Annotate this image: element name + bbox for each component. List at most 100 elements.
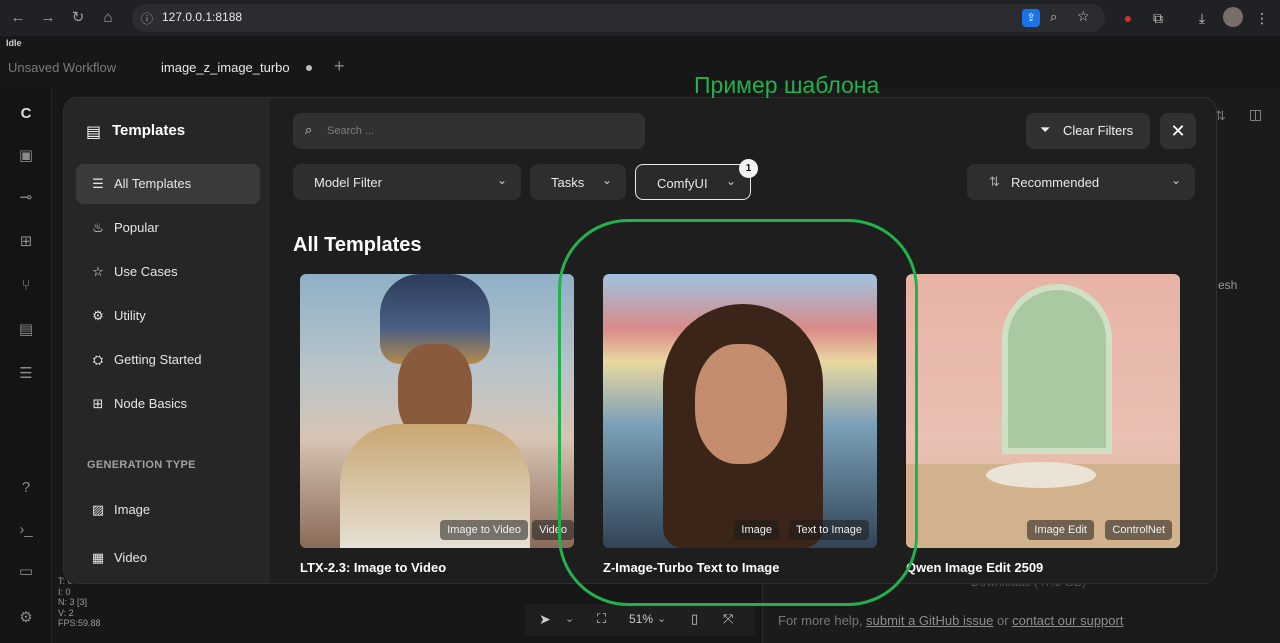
template-card-ltx-image[interactable]: Image to Video Video xyxy=(300,274,574,548)
search-icon: ⌕ xyxy=(305,122,313,137)
cast-icon[interactable]: ⇪ xyxy=(1022,9,1040,27)
nav-video[interactable]: ▦ Video xyxy=(76,538,260,578)
panel-refresh-fragment: esh xyxy=(1218,278,1238,292)
canvas-controls: ➤ ⌄ ⛶ 51% ⌄ ▯ ⤧ xyxy=(525,604,755,636)
zoom-icon[interactable]: ⌕ xyxy=(1050,9,1057,25)
workflow-tabs: Unsaved Workflow image_z_image_turbo + xyxy=(0,50,760,86)
nav-label: All Templates xyxy=(114,176,192,191)
comfyui-dropdown[interactable]: ComfyUI ⌄ xyxy=(635,164,751,200)
tab-unsaved-workflow[interactable]: Unsaved Workflow xyxy=(8,60,116,75)
new-tab-plus-icon[interactable]: + xyxy=(334,56,345,77)
node-library-icon[interactable]: ⊞ xyxy=(16,232,36,252)
sidebar-rail: C ▣ ⊸ ⊞ ⑂ ▤ ☰ ? ›_ ▭ ⚙ xyxy=(0,88,52,643)
templates-icon[interactable]: ▤ xyxy=(16,320,36,340)
reload-icon[interactable]: ↻ xyxy=(68,8,88,28)
queue-icon[interactable]: ☰ xyxy=(16,364,36,384)
modal-title: Templates xyxy=(112,122,186,139)
filter-count-badge: 1 xyxy=(739,159,758,178)
stat-i: I: 0 xyxy=(58,586,71,597)
fit-view-icon[interactable]: ⛶ xyxy=(597,611,606,627)
gear-icon: ⚙ xyxy=(92,308,104,323)
templates-modal: ▤ Templates ☰ All Templates ♨ Popular ☆ … xyxy=(63,97,1217,584)
generation-type-heading: GENERATION TYPE xyxy=(87,459,196,471)
extensions-puzzle-icon[interactable]: ⧉ xyxy=(1148,8,1168,28)
github-issue-link[interactable]: submit a GitHub issue xyxy=(866,613,993,628)
console-icon[interactable]: ▭ xyxy=(16,562,36,582)
nav-image[interactable]: ▨ Image xyxy=(76,490,260,530)
grid-plus-icon: ⊞ xyxy=(92,396,104,411)
chevron-down-icon: ⌄ xyxy=(725,174,736,188)
card-title-qwen[interactable]: Qwen Image Edit 2509 xyxy=(906,560,1043,575)
contact-support-link[interactable]: contact our support xyxy=(1012,613,1123,628)
template-card-z-image[interactable]: Image Text to Image xyxy=(603,274,877,548)
image-icon: ▨ xyxy=(91,502,105,517)
nav-use-cases[interactable]: ☆ Use Cases xyxy=(76,252,260,292)
stat-n: N: 3 [3] xyxy=(58,597,88,607)
zoom-chevron-icon[interactable]: ⌄ xyxy=(657,612,666,625)
face-shape xyxy=(695,344,787,464)
url-text: 127.0.0.1:8188 xyxy=(162,10,243,24)
nav-label: Popular xyxy=(114,220,159,235)
help-or: or xyxy=(996,613,1009,628)
chevron-down-icon: ⌄ xyxy=(601,173,612,187)
stat-fps: FPS:59.88 xyxy=(58,618,101,628)
model-filter-dropdown[interactable]: Model Filter ⌄ xyxy=(293,164,521,200)
panel-toggle-icon[interactable]: ◫ xyxy=(1249,106,1262,123)
menu-kebab-icon[interactable]: ⋮ xyxy=(1252,8,1272,28)
tab-image-z-image-turbo[interactable]: image_z_image_turbo xyxy=(161,60,290,75)
tag-image: Image xyxy=(734,520,779,540)
tag-video: Video xyxy=(532,520,574,540)
nav-all-templates[interactable]: ☰ All Templates xyxy=(76,164,260,204)
status-text: Idle xyxy=(6,38,22,48)
close-button[interactable]: ✕ xyxy=(1160,113,1196,149)
bookmark-star-icon[interactable]: ☆ xyxy=(1077,8,1090,25)
home-icon[interactable]: ⌂ xyxy=(98,8,118,28)
download-icon[interactable]: ⤓ xyxy=(1192,8,1212,28)
forward-icon[interactable]: → xyxy=(38,8,58,28)
workflows-icon[interactable]: ⑂ xyxy=(16,276,36,296)
chevron-down-icon[interactable]: ⌄ xyxy=(565,612,574,625)
settings-gear-icon[interactable]: ⚙ xyxy=(16,608,36,628)
profile-avatar[interactable] xyxy=(1223,7,1243,27)
back-icon[interactable]: ← xyxy=(8,8,28,28)
sort-arrows-icon: ⇅ xyxy=(989,174,1000,189)
filter-x-icon: ⏷ xyxy=(1040,122,1051,137)
stat-v: V: 2 xyxy=(58,607,74,618)
nav-label: Utility xyxy=(114,308,146,323)
link-toggle-icon[interactable]: ⤧ xyxy=(723,611,733,627)
flame-icon: ♨ xyxy=(92,220,104,235)
nav-node-basics[interactable]: ⊞ Node Basics xyxy=(76,384,260,424)
annotation-text: Пример шаблона xyxy=(694,72,880,98)
site-info-icon[interactable]: ⓘ xyxy=(141,10,153,27)
template-card-qwen[interactable]: Image Edit ControlNet xyxy=(906,274,1180,548)
list-icon: ☰ xyxy=(92,176,104,191)
card-title-ltx[interactable]: LTX-2.3: Image to Video xyxy=(300,560,446,575)
zoom-level[interactable]: 51% xyxy=(629,612,653,626)
help-footer: For more help, submit a GitHub issue or … xyxy=(778,613,1123,628)
extension-red-icon[interactable]: ● xyxy=(1118,8,1138,28)
help-icon[interactable]: ? xyxy=(16,478,36,498)
pointer-icon[interactable]: ➤ xyxy=(539,611,551,628)
section-title: All Templates xyxy=(293,234,422,256)
model-library-icon[interactable]: ⊸ xyxy=(16,188,36,208)
sort-label: Recommended xyxy=(1011,175,1100,190)
comfy-logo-icon[interactable]: C xyxy=(16,104,36,124)
search-box: ⌕ xyxy=(293,113,645,149)
card-title-z-image[interactable]: Z-Image-Turbo Text to Image xyxy=(603,560,779,575)
film-icon: ▦ xyxy=(91,550,105,565)
minimap-icon[interactable]: ▯ xyxy=(691,611,698,627)
nav-label: Image xyxy=(114,502,151,517)
clear-filters-button[interactable]: ⏷ Clear Filters xyxy=(1026,113,1150,149)
dog-shape xyxy=(986,462,1096,488)
terminal-icon[interactable]: ›_ xyxy=(16,520,36,540)
search-input[interactable] xyxy=(327,121,627,141)
tasks-dropdown[interactable]: Tasks ⌄ xyxy=(530,164,626,200)
nav-getting-started[interactable]: ⛭ Getting Started xyxy=(76,340,260,380)
images-icon[interactable]: ▣ xyxy=(16,146,36,166)
templates-icon: ▤ xyxy=(86,124,102,141)
nav-label: Node Basics xyxy=(114,396,187,411)
nav-utility[interactable]: ⚙ Utility xyxy=(76,296,260,336)
address-bar[interactable]: ⓘ 127.0.0.1:8188 ⇪ ⌕ ☆ xyxy=(132,4,1105,32)
sort-dropdown[interactable]: ⇅ Recommended ⌄ xyxy=(967,164,1195,200)
nav-popular[interactable]: ♨ Popular xyxy=(76,208,260,248)
